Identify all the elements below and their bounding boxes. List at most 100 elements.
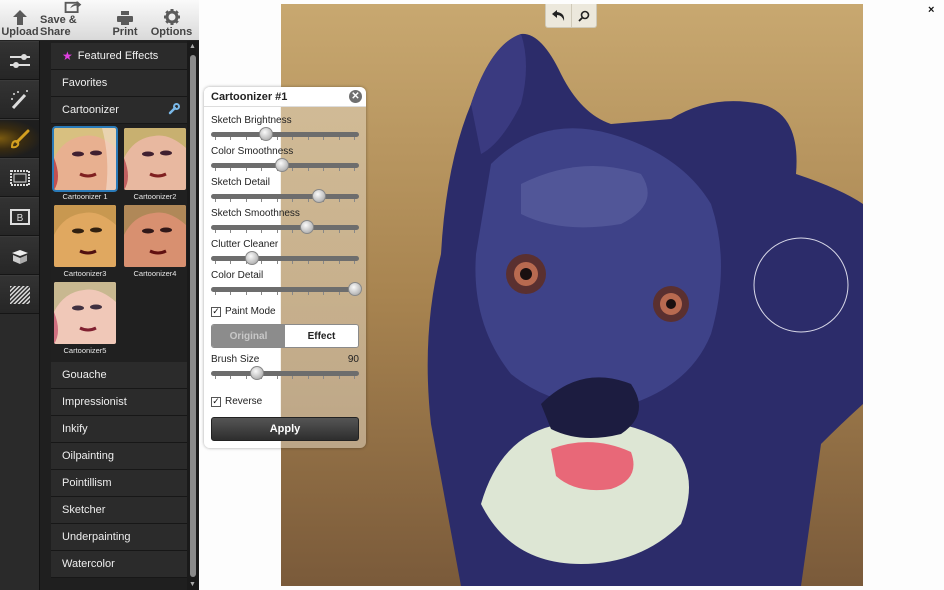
effect-label: Watercolor [62, 558, 115, 570]
effect-item-impressionist[interactable]: Impressionist [51, 389, 187, 416]
dialog-background [204, 87, 366, 448]
effect-item-gouache[interactable]: Gouache [51, 362, 187, 389]
checkbox-check-icon[interactable]: ✓ [211, 396, 221, 407]
preset-label: Cartoonizer2 [133, 192, 177, 201]
slider-knob[interactable] [275, 158, 290, 172]
preset-thumb[interactable]: Cartoonizer2 [122, 128, 188, 202]
slider-control[interactable] [211, 158, 359, 172]
slider-color-detail: Color Detail [211, 270, 362, 296]
preset-thumb[interactable]: Cartoonizer3 [52, 205, 118, 279]
gear-icon [163, 9, 180, 25]
reverse-checkbox[interactable]: ✓ Reverse [211, 396, 262, 407]
effect-button[interactable]: Effect [285, 325, 358, 347]
slider-label: Clutter Cleaner [211, 239, 279, 250]
preset-image [54, 282, 116, 344]
rail-adjustments[interactable] [0, 41, 39, 80]
slider-knob[interactable] [312, 189, 327, 203]
slider-sketch-smoothness: Sketch Smoothness [211, 208, 359, 234]
star-icon: ★ [62, 49, 73, 63]
slider-control[interactable] [211, 282, 362, 296]
slider-sketch-detail: Sketch Detail [211, 177, 359, 203]
save-share-button[interactable]: Save & Share [40, 0, 106, 41]
scroll-up-arrow-icon[interactable]: ▲ [189, 43, 196, 50]
slider-knob[interactable] [347, 282, 362, 296]
slider-label: Brush Size [211, 354, 260, 365]
dialog-title: Cartoonizer #1 [211, 90, 288, 103]
preset-thumb[interactable]: Cartoonizer 1 [52, 126, 118, 202]
checkbox-check-icon[interactable]: ✓ [211, 306, 221, 317]
photo-canvas[interactable] [281, 4, 863, 586]
slider-knob[interactable] [258, 127, 273, 141]
slider-control[interactable] [211, 366, 359, 380]
effects-panel: ★ Featured Effects Favorites Cartoonizer… [40, 41, 199, 590]
preset-image [52, 126, 118, 192]
cartoonized-dog-image [281, 4, 863, 586]
effect-item-oilpainting[interactable]: Oilpainting [51, 443, 187, 470]
featured-effects-item[interactable]: ★ Featured Effects [51, 43, 187, 70]
rail-box[interactable] [0, 236, 39, 275]
effect-label: Inkify [62, 423, 88, 435]
slider-control[interactable] [211, 189, 359, 203]
app-window: Upload Save & Share Print Options B ★ Fe… [0, 0, 944, 590]
apply-button[interactable]: Apply [211, 417, 359, 441]
save-share-label: Save & Share [40, 14, 77, 38]
scroll-down-arrow-icon[interactable]: ▼ [189, 581, 196, 588]
effect-label: Sketcher [62, 504, 106, 516]
effect-item-sketcher[interactable]: Sketcher [51, 497, 187, 524]
wrench-icon[interactable] [168, 103, 180, 115]
stamp-frame-icon [9, 169, 30, 186]
upload-button[interactable]: Upload [0, 0, 40, 41]
cartoonizer-item[interactable]: Cartoonizer [51, 97, 187, 124]
dialog-header: Cartoonizer #1 ✕ [204, 87, 366, 107]
paint-mode-checkbox[interactable]: ✓ Paint Mode [211, 306, 276, 317]
undo-icon [551, 9, 564, 21]
print-label: Print [112, 26, 138, 38]
zoom-button[interactable] [571, 4, 596, 27]
zoom-icon [578, 10, 590, 22]
rail-paint[interactable] [0, 119, 39, 158]
slider-label: Sketch Brightness [211, 115, 292, 126]
scrollbar-thumb[interactable] [190, 55, 196, 577]
slider-brush-size: Brush Size 90 [211, 354, 359, 380]
upload-label: Upload [1, 26, 39, 38]
share-icon [64, 0, 82, 13]
favorites-item[interactable]: Favorites [51, 70, 187, 97]
rail-textures[interactable] [0, 275, 39, 314]
slider-color-smoothness: Color Smoothness [211, 146, 359, 172]
effect-label: Gouache [62, 369, 107, 381]
effect-item-inkify[interactable]: Inkify [51, 416, 187, 443]
effect-item-underpainting[interactable]: Underpainting [51, 524, 187, 551]
cartoonizer-settings-dialog: Cartoonizer #1 ✕ Sketch Brightness Color… [204, 87, 366, 448]
rail-frames[interactable] [0, 158, 39, 197]
options-label: Options [150, 26, 193, 38]
undo-button[interactable] [546, 4, 571, 27]
effects-scrollbar[interactable]: ▲ ▼ [187, 41, 199, 590]
tool-rail: B [0, 41, 40, 590]
rail-magic[interactable] [0, 80, 39, 119]
print-button[interactable]: Print [106, 0, 144, 41]
magic-wand-icon [10, 89, 28, 109]
canvas-tools [545, 4, 597, 28]
rail-borders[interactable]: B [0, 197, 39, 236]
original-effect-toggle: Original Effect [211, 324, 359, 348]
preset-label: Cartoonizer4 [133, 269, 177, 278]
preset-thumb[interactable]: Cartoonizer5 [52, 282, 118, 356]
slider-control[interactable] [211, 251, 359, 265]
effect-item-pointillism[interactable]: Pointillism [51, 470, 187, 497]
slider-control[interactable] [211, 127, 359, 141]
paintbrush-icon [10, 129, 29, 148]
slider-label: Sketch Smoothness [211, 208, 300, 219]
effect-label: Impressionist [62, 396, 127, 408]
cartoonizer-label: Cartoonizer [62, 104, 119, 116]
slider-control[interactable] [211, 220, 359, 234]
slider-knob[interactable] [249, 366, 264, 380]
effect-item-watercolor[interactable]: Watercolor [51, 551, 187, 578]
close-button[interactable]: × [928, 4, 934, 16]
slider-clutter-cleaner: Clutter Cleaner [211, 239, 359, 265]
options-button[interactable]: Options [144, 0, 199, 41]
box-package-icon [11, 249, 28, 264]
original-button[interactable]: Original [212, 325, 285, 347]
dialog-close-icon[interactable]: ✕ [349, 90, 362, 103]
favorites-label: Favorites [62, 77, 108, 89]
preset-thumb[interactable]: Cartoonizer4 [122, 205, 188, 279]
